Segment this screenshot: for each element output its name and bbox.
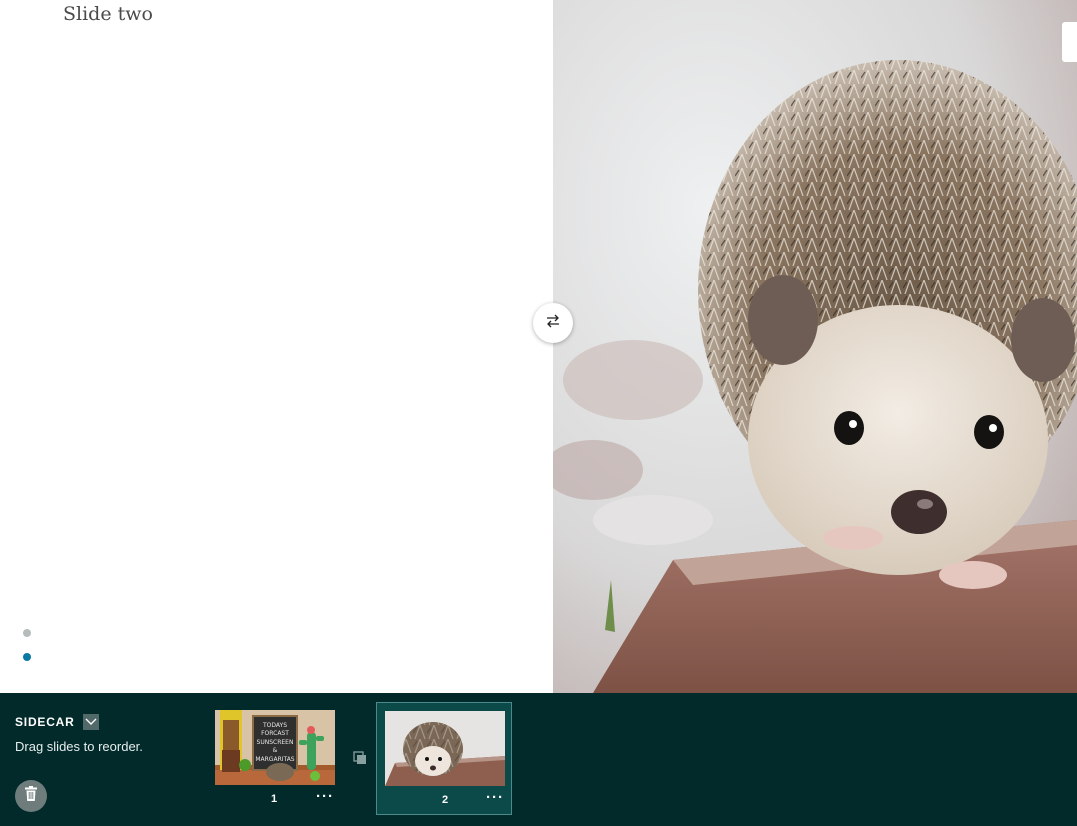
duplicate-icon [352,751,368,770]
slide-thumbnail-2[interactable]: 2 ··· [376,702,512,815]
sign-line-3: SUNSCREEN [257,739,294,746]
thumbnail-image-1: TODAYS FORCAST SUNSCREEN & MARGARITAS [215,710,335,785]
slide-heading[interactable]: Slide two [63,3,153,25]
sign-line-1: TODAYS [262,722,287,729]
narrative-panel: Slide two [0,0,553,693]
edge-tab[interactable] [1062,22,1077,62]
sign-line-2: FORCAST [261,730,289,737]
swap-arrows-icon [545,314,561,333]
builder-title: SIDECAR [15,714,99,730]
trash-icon [25,786,37,806]
reorder-hint: Drag slides to reorder. [15,739,143,754]
pagination-dot-1[interactable] [23,629,31,637]
duplicate-slide-button[interactable] [352,750,368,766]
thumbnail-more-button-1[interactable]: ··· [316,788,334,805]
thumbnail-number-2: 2 [441,794,449,806]
slide-pagination [23,629,31,677]
thumbnail-image-2 [385,711,505,786]
builder-dropdown-button[interactable] [82,713,99,731]
delete-button[interactable] [15,780,47,812]
builder-title-label: SIDECAR [15,715,75,729]
pagination-dot-2[interactable] [23,653,31,661]
swap-layout-button[interactable] [533,303,573,343]
slide-thumbnail-1[interactable]: TODAYS FORCAST SUNSCREEN & MARGARITAS 1 … [207,702,343,815]
hedgehog-photo [553,0,1077,693]
thumbnail-number-1: 1 [270,793,278,805]
chevron-down-icon [85,713,97,731]
sign-line-5: MARGARITAS [255,756,294,763]
slide-builder-bar: SIDECAR Drag slides to reorder. TODAYS F… [0,693,1077,826]
thumbnail-more-button-2[interactable]: ··· [486,789,504,806]
stage: Slide two [0,0,1077,693]
sign-line-4: & [273,747,278,754]
